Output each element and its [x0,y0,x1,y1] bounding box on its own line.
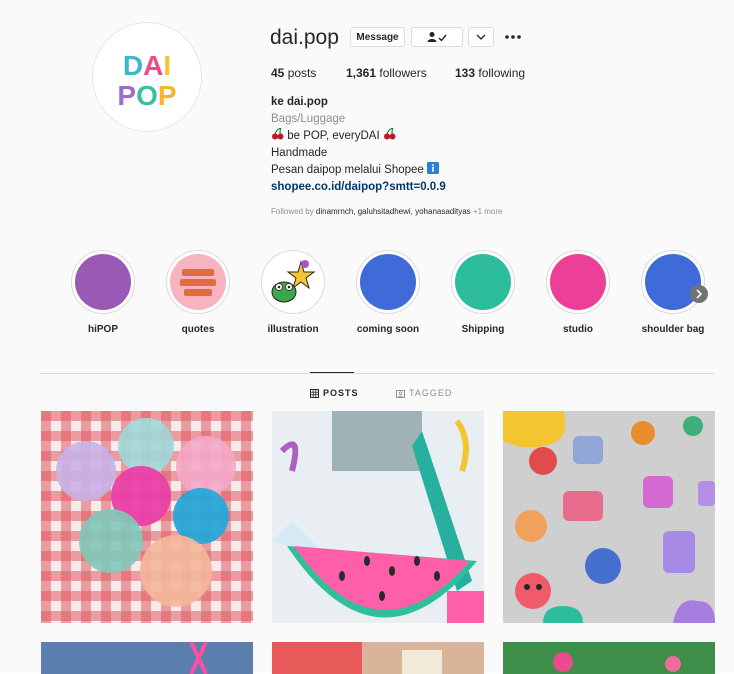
highlight-ring [356,250,420,314]
highlights-next-button[interactable] [690,285,708,303]
following-button[interactable] [411,27,463,47]
tagged-icon [396,389,405,398]
post-thumbnail[interactable] [503,411,715,623]
tab-posts-label: POSTS [323,388,359,398]
post-thumbnail[interactable] [503,642,715,674]
followed-by-prefix: Followed by [271,207,314,216]
options-button[interactable] [503,27,523,47]
followed-by[interactable]: Followed by dinamrnch, galuhsitadhewi, y… [271,207,503,216]
tab-posts[interactable]: POSTS [310,388,359,398]
bio-line-2: Handmade [271,147,328,159]
avatar-logo: DAI POP [117,50,176,111]
posts-count: 45 [271,66,285,80]
highlight-ring [641,250,705,314]
highlight-label: Shipping [461,324,505,335]
cherries-icon [272,127,284,140]
followed-by-names: dinamrnch, galuhsitadhewi, yohanasaditya… [315,207,471,216]
story-highlights: hiPOP quotes illustration coming soon Sh… [60,250,720,340]
bio-tagline: be POP, everyDAI [287,130,380,142]
tab-tagged[interactable]: TAGGED [396,388,452,398]
post-image-leaves [503,642,715,674]
suggestions-dropdown-button[interactable] [468,27,494,47]
stat-followers[interactable]: 1,361 followers [346,66,427,80]
active-tab-indicator [310,372,354,373]
post-thumbnail[interactable] [272,642,484,674]
profile-bio: ke dai.pop Bags/Luggage be POP, everyDAI… [271,94,446,196]
bio-line-3: Pesan daipop melalui Shopee [271,162,446,179]
highlight-label: coming soon [356,324,420,335]
cherries-icon [383,127,396,140]
profile-full-name: ke dai.pop [271,96,328,108]
bio-shopee-text: Pesan daipop melalui Shopee [271,164,424,176]
highlight-cover [360,254,416,310]
highlight-ring [71,250,135,314]
illustration-cover-art [271,260,316,303]
quotes-cover-art [180,269,216,296]
highlight-cover [265,254,321,310]
highlight-label: illustration [267,324,319,335]
highlight-cover [550,254,606,310]
chevron-right-icon [696,289,703,299]
highlight-cover [455,254,511,310]
followed-by-more: +1 more [472,207,503,216]
following-count: 133 [455,66,476,80]
highlight-coming-soon[interactable]: coming soon [345,250,431,335]
post-thumbnail[interactable] [41,411,253,623]
highlight-hipop[interactable]: hiPOP [60,250,146,335]
post-image-clay-pins [503,411,715,623]
highlight-label: hiPOP [87,324,118,335]
highlight-cover [645,254,701,310]
profile-page: DAI POP dai.pop Message 45 posts 1,361 f… [0,0,734,674]
post-image-denim [41,642,253,674]
profile-username: dai.pop [270,26,339,49]
stat-following[interactable]: 133 following [455,66,525,80]
post-thumbnail[interactable] [272,411,484,623]
highlight-ring [166,250,230,314]
avatar-text-top: DAI [123,50,171,81]
bio-line-1: be POP, everyDAI [271,127,446,145]
highlight-label: quotes [181,324,215,335]
followers-label: followers [379,66,427,80]
tabs-divider [40,373,714,374]
posts-label: posts [287,66,317,80]
highlight-cover [170,254,226,310]
profile-avatar[interactable]: DAI POP [92,22,202,132]
tab-tagged-label: TAGGED [409,388,453,398]
highlight-quotes[interactable]: quotes [155,250,241,335]
highlight-shipping[interactable]: Shipping [440,250,526,335]
ellipsis-icon [505,35,521,39]
post-image-box [272,642,484,674]
highlight-ring [451,250,515,314]
highlight-label: studio [563,324,593,335]
post-image-scrunchies [41,411,253,623]
info-icon [427,162,440,174]
highlight-label: shoulder bag [641,324,705,335]
followers-count: 1,361 [346,66,377,80]
bio-link[interactable]: shopee.co.id/daipop?smtt=0.0.9 [271,181,446,193]
highlight-illustration[interactable]: illustration [250,250,336,335]
stat-posts: 45 posts [271,66,316,80]
post-image-watermelon-bag [272,411,484,623]
profile-category: Bags/Luggage [271,113,346,125]
message-button[interactable]: Message [350,27,405,47]
avatar-text-bottom: POP [117,80,176,111]
highlight-cover [75,254,131,310]
highlight-ring [546,250,610,314]
person-check-icon [427,32,447,42]
grid-icon [310,388,319,398]
following-label: following [478,66,526,80]
chevron-down-icon [476,34,486,40]
post-thumbnail[interactable] [41,642,253,674]
highlight-ring [261,250,325,314]
highlight-studio[interactable]: studio [535,250,621,335]
